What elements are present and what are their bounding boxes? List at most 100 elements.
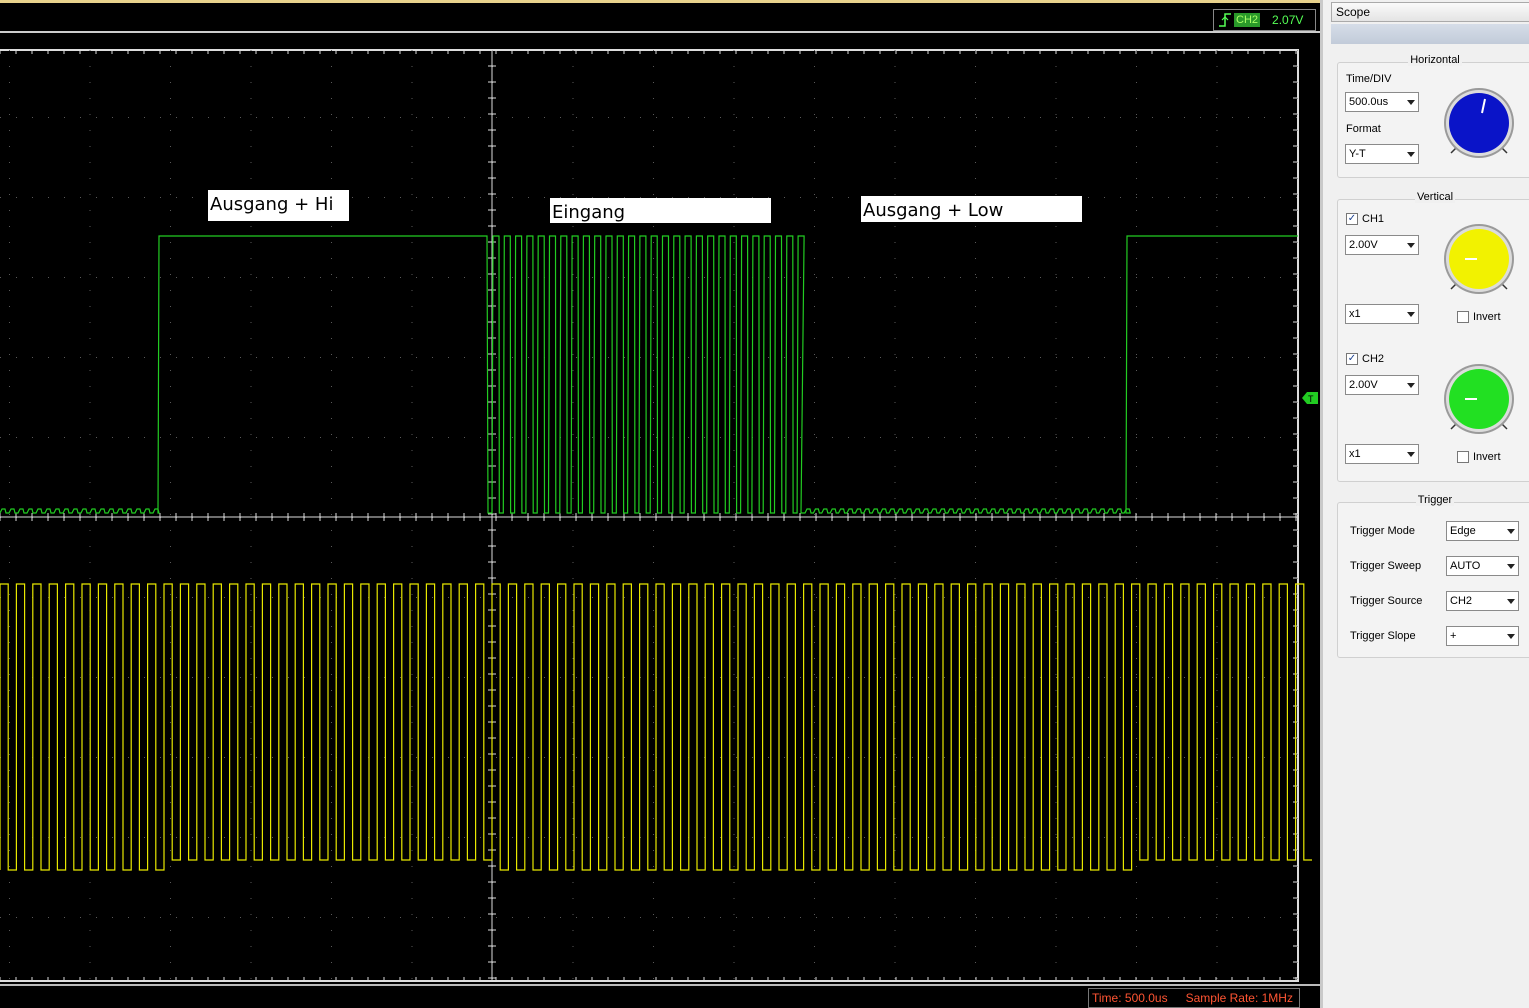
- grid-dot: [975, 466, 976, 467]
- grid-dot: [1136, 917, 1137, 918]
- grid-dot: [572, 962, 574, 963]
- ch2-invert-label: Invert: [1473, 451, 1501, 463]
- grid-dot: [653, 402, 654, 403]
- grid-dot: [1055, 770, 1057, 771]
- grid-dot: [653, 386, 654, 387]
- grid-dot: [48, 277, 49, 278]
- grid-dot: [512, 437, 513, 438]
- grid-dot: [832, 837, 833, 838]
- grid-dot: [1136, 850, 1137, 851]
- grid-dot: [944, 357, 945, 358]
- grid-dot: [448, 677, 449, 678]
- grid-dot: [814, 514, 815, 515]
- grid-dot: [250, 962, 252, 963]
- trigger-source-select[interactable]: CH2: [1446, 591, 1519, 611]
- ch1-volt-knob[interactable]: [1441, 221, 1517, 297]
- grid-dot: [1055, 866, 1057, 867]
- grid-dot: [411, 402, 413, 403]
- grid-dot: [1120, 277, 1121, 278]
- grid-dot: [496, 357, 497, 358]
- trigger-mode-select[interactable]: Edge: [1446, 521, 1519, 541]
- grid-dot: [976, 117, 977, 118]
- ch2-volt-div-select[interactable]: 2.00V: [1345, 375, 1419, 395]
- grid-dot: [176, 197, 177, 198]
- grid-dot: [733, 242, 735, 243]
- grid-dot: [331, 146, 332, 147]
- grid-dot: [816, 197, 817, 198]
- trigger-level-marker[interactable]: T: [1302, 392, 1318, 404]
- grid-dot: [624, 597, 625, 598]
- trigger-sweep-value: AUTO: [1450, 560, 1481, 572]
- grid-dot: [784, 837, 785, 838]
- grid-dot: [1136, 658, 1137, 659]
- oscilloscope-screen[interactable]: Ausgang + Hi Eingang Ausgang + Low: [0, 35, 1320, 984]
- trigger-slope-select[interactable]: +: [1446, 626, 1519, 646]
- grid-dot: [1055, 386, 1057, 387]
- grid-dot: [331, 178, 332, 179]
- grid-dot: [960, 597, 961, 598]
- grid-dot: [814, 162, 815, 163]
- grid-dot: [1216, 437, 1217, 438]
- grid-dot: [320, 117, 321, 118]
- grid-dot: [170, 530, 171, 531]
- grid-dot: [560, 597, 561, 598]
- grid-dot: [112, 357, 113, 358]
- format-select[interactable]: Y-T: [1345, 144, 1419, 164]
- grid-dot: [894, 642, 896, 643]
- grid-dot: [0, 917, 1, 918]
- grid-dot: [170, 514, 171, 515]
- ch1-volt-div-value: 2.00V: [1349, 239, 1378, 251]
- time-div-knob[interactable]: [1441, 85, 1517, 161]
- grid-dot: [250, 114, 252, 115]
- ch1-volt-div-select[interactable]: 2.00V: [1345, 235, 1419, 255]
- grid-dot: [9, 162, 10, 163]
- grid-dot: [89, 178, 91, 179]
- grid-dot: [1055, 930, 1057, 931]
- grid-dot: [944, 837, 945, 838]
- ch1-enable-checkbox[interactable]: ✓: [1346, 213, 1358, 225]
- ch1-invert-checkbox[interactable]: [1457, 311, 1469, 323]
- time-div-select[interactable]: 500.0us: [1345, 92, 1419, 112]
- grid-dot: [170, 338, 171, 339]
- grid-dot: [176, 837, 177, 838]
- grid-dot: [304, 437, 305, 438]
- grid-dot: [814, 402, 815, 403]
- grid-dot: [733, 226, 735, 227]
- grid-dot: [1136, 370, 1137, 371]
- grid-dot: [733, 898, 735, 899]
- grid-dot: [814, 482, 815, 483]
- ch1-probe-select[interactable]: x1: [1345, 304, 1419, 324]
- grid-dot: [89, 146, 91, 147]
- ch2-enable-checkbox[interactable]: ✓: [1346, 353, 1358, 365]
- grid-dot: [89, 194, 91, 195]
- grid-dot: [411, 834, 413, 835]
- grid-dot: [1136, 258, 1137, 259]
- grid-dot: [250, 482, 252, 483]
- grid-dot: [1055, 322, 1057, 323]
- grid-dot: [848, 917, 849, 918]
- grid-dot: [96, 677, 97, 678]
- trigger-sweep-select[interactable]: AUTO: [1446, 556, 1519, 576]
- grid-dot: [1216, 66, 1218, 67]
- grid-dot: [256, 357, 257, 358]
- grid-dot: [733, 146, 735, 147]
- grid-dot: [608, 437, 609, 438]
- grid-dot: [572, 370, 574, 371]
- grid-dot: [1104, 437, 1105, 438]
- grid-dot: [894, 898, 896, 899]
- ch2-volt-knob[interactable]: [1441, 361, 1517, 437]
- ch2-invert-checkbox[interactable]: [1457, 451, 1469, 463]
- ch2-probe-select[interactable]: x1: [1345, 444, 1419, 464]
- grid-dot: [894, 370, 896, 371]
- grid-dot: [896, 917, 897, 918]
- grid-dot: [1088, 277, 1089, 278]
- grid-dot: [272, 357, 273, 358]
- grid-dot: [572, 194, 574, 195]
- grid-dot: [752, 117, 753, 118]
- grid-dot: [448, 437, 449, 438]
- grid-dot: [1216, 597, 1217, 598]
- grid-dot: [800, 757, 801, 758]
- grid-dot: [572, 386, 574, 387]
- grid-dot: [1232, 837, 1233, 838]
- grid-dot: [800, 357, 801, 358]
